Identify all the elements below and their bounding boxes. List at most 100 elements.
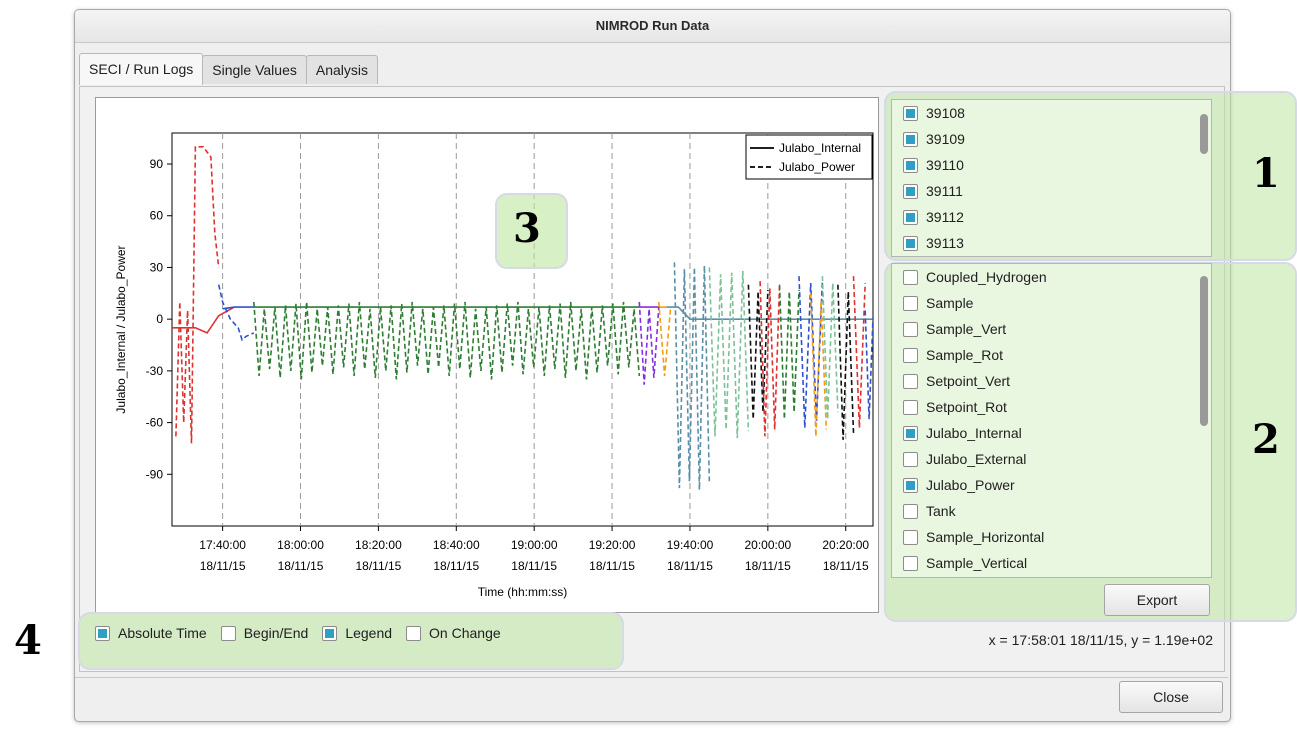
x-tick-label: 20:00:00 xyxy=(744,538,791,552)
callout-4: 4 xyxy=(14,617,42,664)
log-list-item-checkbox[interactable] xyxy=(903,529,918,545)
log-list-item-checkbox[interactable] xyxy=(903,555,918,571)
log-list-item[interactable]: Sample_Horizontal xyxy=(892,524,1211,550)
absolute-time-checkbox[interactable] xyxy=(95,625,110,641)
x-tick-date-label: 18/11/15 xyxy=(355,559,401,573)
log-list-item-label: Julabo_Internal xyxy=(926,425,1022,441)
x-tick-date-label: 18/11/15 xyxy=(278,559,324,573)
run-list-item-checkbox[interactable] xyxy=(903,131,918,147)
run-list-item[interactable]: 39113 xyxy=(892,230,1211,256)
x-tick-label: 18:20:00 xyxy=(355,538,402,552)
legend-option[interactable]: Legend xyxy=(322,625,392,641)
log-list-item-label: Coupled_Hydrogen xyxy=(926,269,1047,285)
begin-end-option[interactable]: Begin/End xyxy=(220,625,309,641)
plot-canvas[interactable]: 17:40:00 18/11/15 18:00:00 18/11/15 18:20:00… xyxy=(95,97,879,613)
x-tick-label: 20:20:00 xyxy=(822,538,869,552)
log-list-item-checkbox[interactable] xyxy=(903,399,918,415)
footer-divider xyxy=(75,677,1228,678)
absolute-time-label: Absolute Time xyxy=(118,625,207,641)
run-list-scroll-thumb[interactable] xyxy=(1200,114,1208,154)
log-list-item[interactable]: Tank xyxy=(892,498,1211,524)
plot-options: Absolute Time Begin/End Legend On Change xyxy=(95,625,515,641)
on-change-checkbox[interactable] xyxy=(406,625,422,641)
x-tick-label: 17:40:00 xyxy=(199,538,246,552)
legend-checkbox[interactable] xyxy=(322,625,338,641)
tab-seci-run-logs[interactable]: SECI / Run Logs xyxy=(79,53,204,85)
x-tick-date-label: 18/11/15 xyxy=(745,559,791,573)
y-tick-label: 0 xyxy=(156,312,163,326)
log-list-item-checkbox[interactable] xyxy=(903,451,918,467)
y-axis-label: Julabo_Internal / Julabo_Power xyxy=(114,245,128,413)
x-tick-label: 18:40:00 xyxy=(433,538,480,552)
on-change-option[interactable]: On Change xyxy=(406,625,501,641)
x-tick-date-label: 18/11/15 xyxy=(667,559,713,573)
tab-analysis[interactable]: Analysis xyxy=(305,55,378,84)
x-tick-label: 19:20:00 xyxy=(589,538,636,552)
log-list-scroll-thumb[interactable] xyxy=(1200,276,1208,426)
run-list[interactable]: 39108 39109 39110 39111 39112 39113 xyxy=(891,99,1212,257)
cursor-coordinates: x = 17:58:01 18/11/15, y = 1.19e+02 xyxy=(988,632,1213,648)
on-change-label: On Change xyxy=(429,625,501,641)
run-list-item[interactable]: 39109 xyxy=(892,126,1211,152)
log-list-item-checkbox[interactable] xyxy=(903,425,918,441)
run-list-item-checkbox[interactable] xyxy=(903,183,918,199)
run-list-item-label: 39113 xyxy=(926,235,964,251)
log-list-item-label: Setpoint_Vert xyxy=(926,373,1011,389)
chart-svg: 17:40:00 18/11/15 18:00:00 18/11/15 18:20:00… xyxy=(114,132,874,599)
x-axis-label: Time (hh:mm:ss) xyxy=(478,585,568,599)
log-list-item-checkbox[interactable] xyxy=(903,295,918,311)
y-tick-label: -60 xyxy=(146,416,164,430)
log-list-item[interactable]: Sample_Vertical xyxy=(892,550,1211,576)
run-list-item-checkbox[interactable] xyxy=(903,157,918,173)
x-tick-label: 19:00:00 xyxy=(511,538,558,552)
x-tick-date-label: 18/11/15 xyxy=(511,559,557,573)
x-tick-label: 18:00:00 xyxy=(277,538,324,552)
log-list-item-checkbox[interactable] xyxy=(903,373,918,389)
begin-end-label: Begin/End xyxy=(243,625,309,641)
run-list-item-checkbox[interactable] xyxy=(903,105,918,121)
absolute-time-option[interactable]: Absolute Time xyxy=(95,625,207,641)
legend-label: Julabo_Power xyxy=(779,160,855,174)
callout-4-highlight xyxy=(78,612,624,670)
tab-single-values[interactable]: Single Values xyxy=(202,55,307,84)
log-list-item[interactable]: Sample_Vert xyxy=(892,316,1211,342)
run-list-item-label: 39108 xyxy=(926,105,965,121)
callout-1: 1 xyxy=(1252,150,1280,197)
run-list-item-checkbox[interactable] xyxy=(903,235,918,251)
run-list-item-label: 39112 xyxy=(926,209,964,225)
log-list-item[interactable]: Setpoint_Rot xyxy=(892,394,1211,420)
run-list-scrollbar[interactable] xyxy=(1197,100,1211,256)
log-list-item[interactable]: Sample_Rot xyxy=(892,342,1211,368)
run-list-item-checkbox[interactable] xyxy=(903,209,918,225)
log-list-item[interactable]: Sample xyxy=(892,290,1211,316)
log-list-item-label: Sample_Vertical xyxy=(926,555,1028,571)
x-tick-date-label: 18/11/15 xyxy=(433,559,479,573)
log-list-item-label: Setpoint_Rot xyxy=(926,399,1007,415)
log-list-item-checkbox[interactable] xyxy=(903,347,918,363)
log-list-item-checkbox[interactable] xyxy=(903,269,918,285)
log-list-item[interactable]: Coupled_Hydrogen xyxy=(892,264,1211,290)
run-list-item-label: 39110 xyxy=(926,157,964,173)
run-list-item-label: 39111 xyxy=(926,183,963,199)
run-list-item[interactable]: 39112 xyxy=(892,204,1211,230)
run-list-item-label: 39109 xyxy=(926,131,965,147)
log-list-item[interactable]: Julabo_Power xyxy=(892,472,1211,498)
x-tick-date-label: 18/11/15 xyxy=(589,559,635,573)
close-button[interactable]: Close xyxy=(1119,681,1223,713)
run-list-item[interactable]: 39111 xyxy=(892,178,1211,204)
run-list-item[interactable]: 39110 xyxy=(892,152,1211,178)
export-button[interactable]: Export xyxy=(1104,584,1210,616)
log-list-item-checkbox[interactable] xyxy=(903,503,918,519)
log-list[interactable]: Coupled_Hydrogen Sample Sample_Vert Sample_… xyxy=(891,263,1212,578)
legend-label: Julabo_Internal xyxy=(779,141,861,155)
log-list-item-checkbox[interactable] xyxy=(903,321,918,337)
log-list-item[interactable]: Julabo_External xyxy=(892,446,1211,472)
legend-label: Legend xyxy=(345,625,393,641)
log-list-item[interactable]: Julabo_Internal xyxy=(892,420,1211,446)
log-list-item-label: Julabo_Power xyxy=(926,477,1015,493)
run-list-item[interactable]: 39108 xyxy=(892,100,1211,126)
begin-end-checkbox[interactable] xyxy=(220,625,236,641)
log-list-item-checkbox[interactable] xyxy=(903,477,918,493)
log-list-scrollbar[interactable] xyxy=(1197,264,1211,577)
log-list-item[interactable]: Setpoint_Vert xyxy=(892,368,1211,394)
